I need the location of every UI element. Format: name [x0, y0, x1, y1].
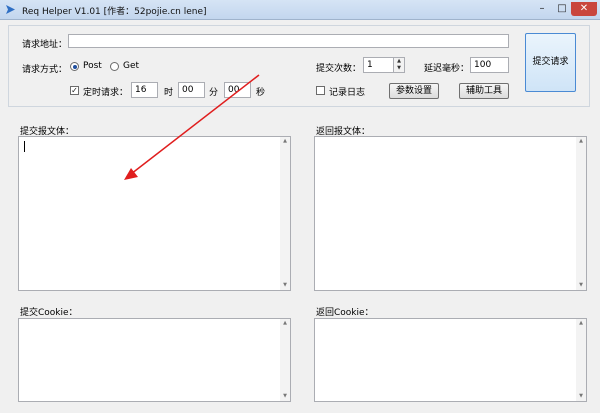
delay-input[interactable]	[470, 57, 509, 73]
request-body-scrollbar[interactable]: ▲ ▼	[280, 137, 290, 290]
stepper-down-icon[interactable]: ▼	[394, 65, 404, 72]
request-cookie-scrollbar[interactable]: ▲ ▼	[280, 319, 290, 401]
second-unit: 秒	[256, 88, 266, 98]
method-post-label: Post	[83, 61, 102, 71]
log-checkbox[interactable]	[316, 86, 325, 95]
scroll-up-icon[interactable]: ▲	[576, 137, 586, 146]
second-input[interactable]	[224, 82, 251, 98]
params-settings-button[interactable]: 参数设置	[389, 83, 439, 99]
scroll-down-icon[interactable]: ▼	[576, 392, 586, 401]
method-get-label: Get	[123, 61, 140, 71]
submit-request-button[interactable]: 提交请求	[525, 33, 576, 92]
method-post-radio[interactable]	[70, 62, 79, 71]
hour-unit: 时	[164, 88, 174, 98]
delay-label: 延迟毫秒：	[424, 64, 470, 74]
hour-input[interactable]	[131, 82, 158, 98]
response-cookie-textarea[interactable]: ▲ ▼	[314, 318, 587, 402]
response-body-scrollbar[interactable]: ▲ ▼	[576, 137, 586, 290]
request-cookie-textarea[interactable]: ▲ ▼	[18, 318, 291, 402]
scroll-up-icon[interactable]: ▲	[280, 319, 290, 328]
log-label: 记录日志	[329, 88, 366, 98]
scroll-down-icon[interactable]: ▼	[576, 281, 586, 290]
close-button[interactable]: ✕	[571, 2, 597, 16]
tools-button[interactable]: 辅助工具	[459, 83, 509, 99]
request-body-textarea[interactable]: ▲ ▼	[18, 136, 291, 291]
url-input[interactable]	[68, 34, 509, 48]
scroll-down-icon[interactable]: ▼	[280, 281, 290, 290]
scroll-up-icon[interactable]: ▲	[576, 319, 586, 328]
request-cookie-label: 提交Cookie：	[20, 308, 78, 318]
app-window: Req Helper V1.01 [作者：52pojie.cn lene] – …	[0, 0, 600, 413]
maximize-button[interactable]: □	[552, 2, 572, 16]
minute-unit: 分	[209, 88, 219, 98]
url-label: 请求地址：	[22, 40, 68, 50]
title-bar[interactable]: Req Helper V1.01 [作者：52pojie.cn lene] – …	[0, 0, 600, 20]
response-cookie-label: 返回Cookie：	[316, 308, 374, 318]
submit-count-input[interactable]	[363, 57, 394, 73]
app-icon	[6, 5, 15, 14]
submit-count-label: 提交次数：	[316, 64, 362, 74]
timer-label: 定时请求：	[83, 88, 129, 98]
minimize-button[interactable]: –	[532, 2, 552, 16]
response-cookie-scrollbar[interactable]: ▲ ▼	[576, 319, 586, 401]
method-label: 请求方式：	[22, 65, 68, 75]
scroll-down-icon[interactable]: ▼	[280, 392, 290, 401]
scroll-up-icon[interactable]: ▲	[280, 137, 290, 146]
method-get-radio[interactable]	[110, 62, 119, 71]
stepper-up-icon[interactable]: ▲	[394, 58, 404, 65]
text-caret	[24, 141, 25, 152]
timer-checkbox[interactable]: ✓	[70, 86, 79, 95]
response-body-textarea[interactable]: ▲ ▼	[314, 136, 587, 291]
window-title: Req Helper V1.01 [作者：52pojie.cn lene]	[22, 7, 207, 17]
submit-count-stepper[interactable]: ▲ ▼	[394, 57, 405, 73]
minute-input[interactable]	[178, 82, 205, 98]
